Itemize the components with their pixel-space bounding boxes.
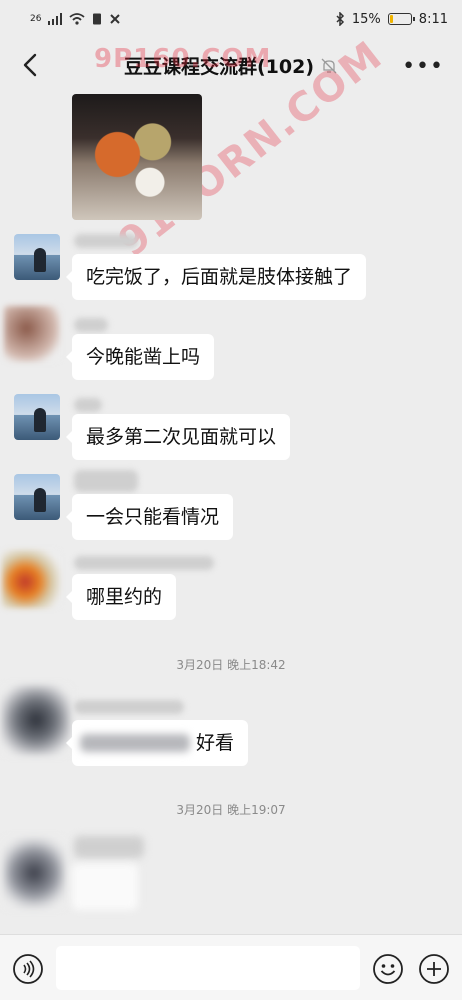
avatar[interactable]: [2, 550, 60, 608]
battery-fill: [389, 15, 393, 23]
sender-name-blur: [74, 398, 102, 412]
sender-name-blur: [74, 234, 138, 248]
message-text: 好看: [195, 732, 234, 754]
redacted-bubble[interactable]: [72, 864, 138, 910]
watermark-top: 9P160.COM: [94, 44, 272, 74]
avatar[interactable]: [14, 394, 60, 440]
status-left: 26: [30, 13, 121, 25]
wifi-icon: [69, 13, 86, 25]
sender-name-blur: [74, 318, 108, 332]
avatar[interactable]: [4, 306, 60, 362]
bluetooth-icon: [336, 12, 344, 26]
more-horizontal-icon[interactable]: •••: [402, 54, 444, 79]
clock: 8:11: [418, 11, 448, 27]
emoji-icon[interactable]: [372, 953, 404, 985]
message-input[interactable]: [56, 946, 360, 990]
message-bubble[interactable]: 好看: [66, 720, 248, 766]
sender-name-blur: [74, 470, 138, 492]
plus-circle-icon[interactable]: [418, 953, 450, 985]
message-bubble[interactable]: 吃完饭了，后面就是肢体接触了: [65, 254, 367, 300]
status-right: 15% 8:11: [335, 12, 448, 27]
avatar[interactable]: [14, 234, 60, 280]
message-bubble[interactable]: 最多第二次见面就可以: [65, 414, 291, 460]
sender-name-blur: [74, 700, 184, 714]
voice-icon[interactable]: [12, 953, 44, 985]
message-bubble[interactable]: 哪里约的: [65, 574, 177, 620]
chevron-left-icon[interactable]: [16, 50, 46, 80]
network-label: 26: [30, 14, 42, 24]
status-bar: 26 15% 8:11: [0, 0, 462, 38]
signal-icon: [48, 13, 63, 25]
avatar[interactable]: [14, 474, 60, 520]
battery-percent: 15%: [351, 11, 381, 27]
message-bubble[interactable]: 一会只能看情况: [65, 494, 234, 540]
sender-name-blur: [74, 556, 214, 570]
redacted-text: [80, 734, 190, 752]
sim-icon: [93, 13, 102, 25]
message-bubble[interactable]: 今晚能凿上吗: [65, 334, 215, 380]
avatar[interactable]: [4, 838, 64, 908]
battery-icon: [387, 13, 415, 25]
sender-name-blur: [74, 836, 144, 858]
close-notification-icon: [110, 14, 121, 24]
input-bar: [0, 934, 462, 1000]
photo-message[interactable]: [72, 94, 202, 220]
time-separator: 3月20日 晚上19:07: [176, 803, 286, 817]
avatar[interactable]: [2, 686, 70, 754]
time-separator: 3月20日 晚上18:42: [176, 658, 286, 672]
